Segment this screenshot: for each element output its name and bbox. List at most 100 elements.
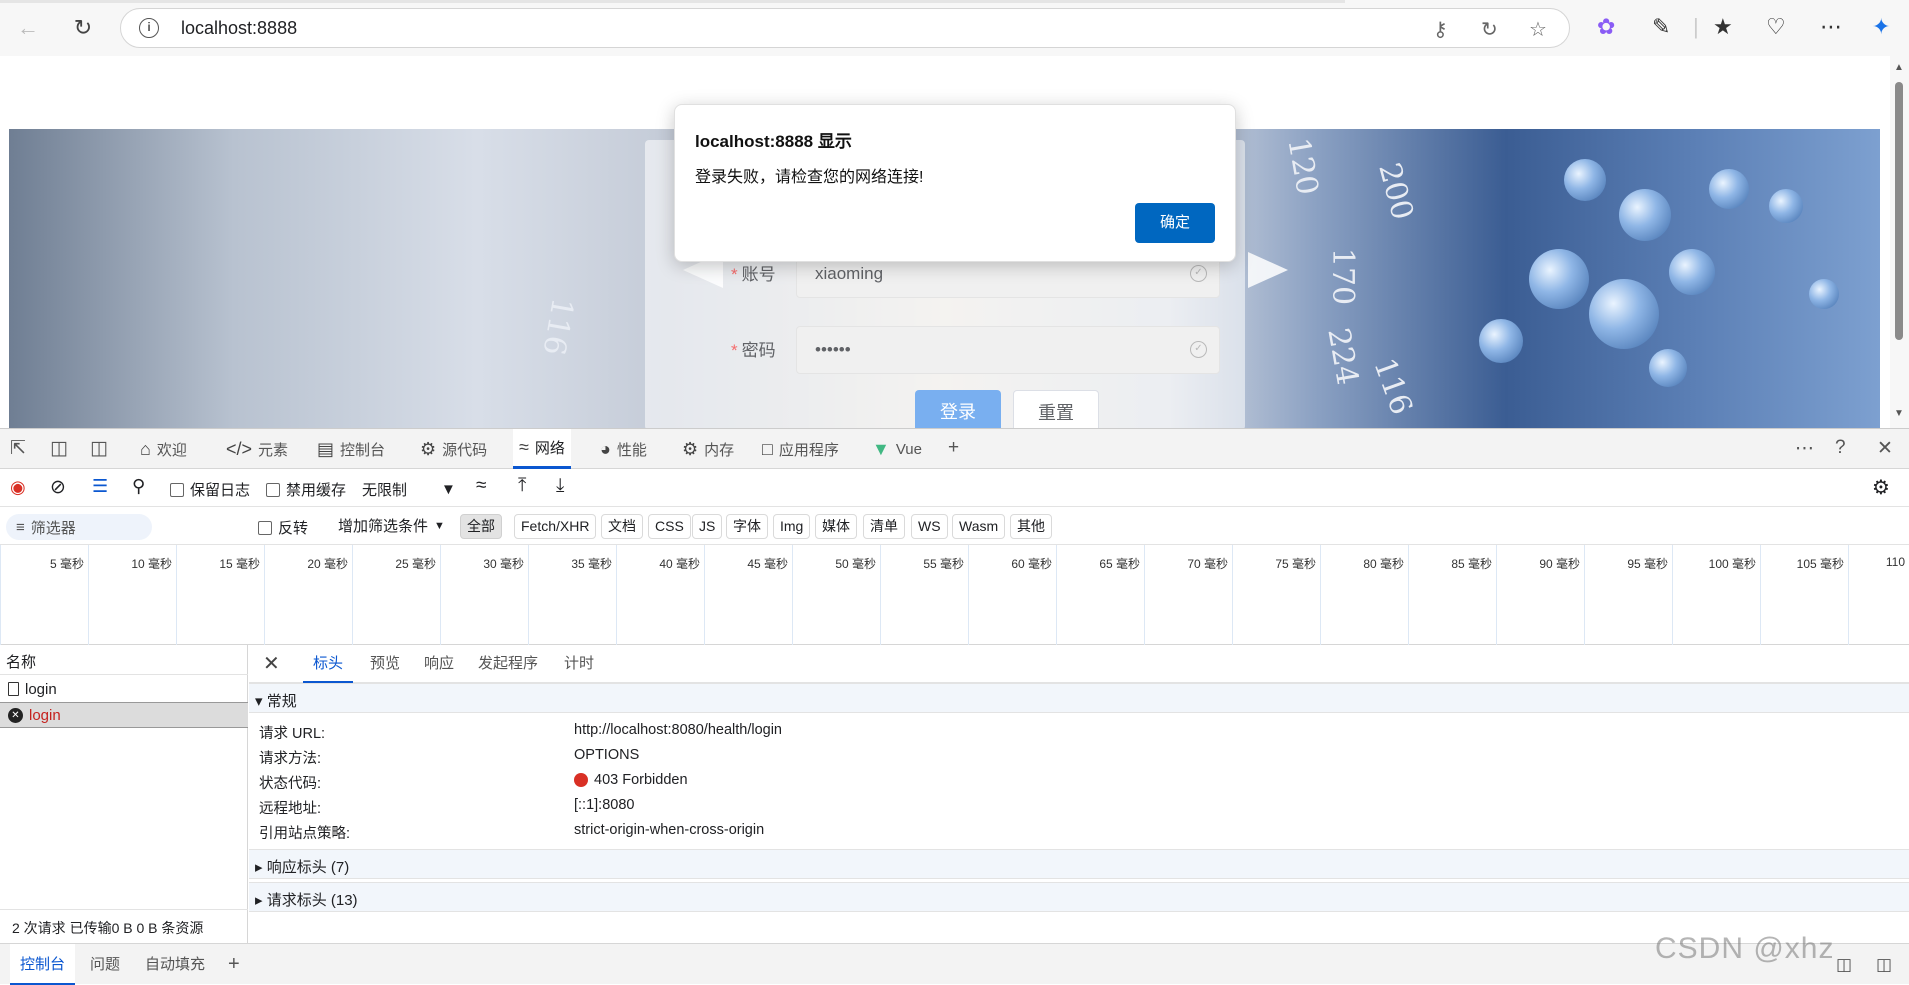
- export-har-icon[interactable]: ⤓: [556, 475, 564, 497]
- decor-number: 200: [1371, 159, 1420, 224]
- reload-icon[interactable]: ↻: [67, 12, 99, 44]
- key-icon[interactable]: ⚷: [1433, 17, 1448, 42]
- tab-timing[interactable]: 计时: [564, 645, 594, 683]
- molecule-sphere: [1479, 319, 1523, 363]
- tab-response[interactable]: 响应: [424, 645, 454, 683]
- search-icon[interactable]: ⚲: [132, 476, 145, 497]
- add-tab-icon[interactable]: +: [948, 437, 959, 459]
- filter-input[interactable]: ≡ 筛选器: [6, 514, 152, 540]
- type-filter-css[interactable]: CSS: [648, 514, 691, 539]
- more-menu-icon[interactable]: ⋯: [1820, 14, 1842, 40]
- reset-button[interactable]: 重置: [1013, 390, 1099, 428]
- browser-essentials-icon[interactable]: ♡: [1766, 14, 1786, 40]
- settings-gear-icon[interactable]: ⚙: [1872, 475, 1890, 500]
- read-aloud-icon[interactable]: ↻: [1481, 17, 1498, 42]
- account-label: * 账号: [731, 265, 776, 284]
- dock-drawer-icon[interactable]: ◫: [1836, 944, 1852, 985]
- tab-initiator[interactable]: 发起程序: [478, 645, 538, 683]
- extensions-icon[interactable]: ✎: [1652, 14, 1670, 40]
- drawer-tab-console[interactable]: 控制台: [10, 944, 76, 985]
- disable-cache-checkbox[interactable]: 禁用缓存: [266, 479, 346, 500]
- molecule-sphere: [1564, 159, 1606, 201]
- inspect-element-icon[interactable]: ⇱: [10, 437, 26, 460]
- type-filter-ws[interactable]: WS: [911, 514, 948, 539]
- tab-elements[interactable]: </> 元素: [226, 429, 288, 469]
- copilot-icon[interactable]: ✦: [1872, 14, 1890, 40]
- invert-checkbox[interactable]: 反转: [258, 517, 308, 538]
- request-row-error[interactable]: ✕ login: [0, 702, 248, 728]
- close-detail-icon[interactable]: ✕: [263, 645, 280, 683]
- drawer-tab-autofill[interactable]: 自动填充: [145, 944, 205, 985]
- type-filter-wasm[interactable]: Wasm: [952, 514, 1006, 539]
- type-filter-all[interactable]: 全部: [460, 514, 502, 539]
- name-column-header[interactable]: 名称: [0, 645, 248, 675]
- close-devtools-icon[interactable]: ✕: [1877, 437, 1893, 460]
- detail-tabs: ✕ 标头 预览 响应 发起程序 计时: [249, 645, 1909, 683]
- address-bar[interactable]: i localhost:8888 ⚷ ↻ ☆: [120, 8, 1570, 48]
- tab-network[interactable]: ≈ 网络: [513, 429, 571, 469]
- more-filters-dropdown[interactable]: 增加筛选条件 ▼: [338, 515, 445, 536]
- page-scrollbar[interactable]: ▲ ▼: [1890, 56, 1909, 428]
- expand-right-icon: ▸: [255, 859, 267, 876]
- scroll-up-icon[interactable]: ▲: [1894, 62, 1904, 73]
- decor-number: 120: [1280, 135, 1325, 198]
- tab-console[interactable]: ▤ 控制台: [317, 429, 385, 469]
- tab-performance[interactable]: ◕ 性能: [600, 429, 647, 469]
- timeline-tick: 20 毫秒: [264, 545, 352, 645]
- request-headers-section[interactable]: ▸ 请求标头 (13): [249, 882, 1909, 912]
- import-har-icon[interactable]: ⤒: [518, 475, 526, 497]
- copilot-brain-icon[interactable]: ✿: [1597, 14, 1615, 40]
- favorite-star-icon[interactable]: ☆: [1529, 17, 1547, 42]
- devtools-panel: ⇱ ◫ ◫ ⌂ 欢迎 </> 元素 ▤ 控制台 ⚙ 源代码 ≈ 网络 ◕ 性能 ⚙ 内存 □ 应…: [0, 428, 1909, 985]
- tab-welcome[interactable]: ⌂ 欢迎: [140, 429, 187, 469]
- type-filter-manifest[interactable]: 清单: [863, 514, 905, 539]
- tab-sources[interactable]: ⚙ 源代码: [420, 429, 487, 469]
- throttle-select[interactable]: 无限制 ▼: [362, 479, 456, 500]
- timeline-tick: 30 毫秒: [440, 545, 528, 645]
- help-icon[interactable]: ?: [1835, 437, 1846, 459]
- device-emulation-icon[interactable]: ◫: [50, 437, 68, 460]
- checkbox-box[interactable]: [258, 520, 272, 535]
- network-conditions-icon[interactable]: ≈: [476, 475, 486, 497]
- alert-ok-button[interactable]: 确定: [1135, 203, 1215, 243]
- checkbox-box[interactable]: [170, 482, 184, 497]
- drawer-tab-issues[interactable]: 问题: [90, 944, 120, 985]
- tab-memory[interactable]: ⚙ 内存: [682, 429, 734, 469]
- dock-side-icon[interactable]: ◫: [90, 437, 108, 460]
- password-input[interactable]: •••••• ✓: [796, 326, 1220, 374]
- scroll-down-icon[interactable]: ▼: [1894, 408, 1904, 419]
- molecule-sphere: [1649, 349, 1687, 387]
- carousel-next-arrow[interactable]: [1248, 252, 1288, 288]
- tab-headers[interactable]: 标头: [303, 645, 354, 683]
- request-row[interactable]: login: [0, 676, 248, 702]
- scrollbar-thumb[interactable]: [1895, 82, 1903, 340]
- tab-preview[interactable]: 预览: [370, 645, 400, 683]
- preserve-log-checkbox[interactable]: 保留日志: [170, 479, 250, 500]
- type-filter-media[interactable]: 媒体: [815, 514, 857, 539]
- record-stop-icon[interactable]: ◉: [10, 477, 26, 498]
- address-url[interactable]: localhost:8888: [181, 18, 297, 39]
- type-filter-doc[interactable]: 文档: [601, 514, 643, 539]
- site-info-icon[interactable]: i: [139, 18, 159, 38]
- drawer-add-icon[interactable]: +: [228, 944, 240, 985]
- type-filter-other[interactable]: 其他: [1010, 514, 1052, 539]
- network-timeline-overview[interactable]: 5 毫秒 10 毫秒 15 毫秒 20 毫秒 25 毫秒 30 毫秒 35 毫秒…: [0, 545, 1909, 645]
- clear-icon[interactable]: ⊘: [50, 476, 66, 499]
- type-filter-img[interactable]: Img: [773, 514, 811, 539]
- type-filter-font[interactable]: 字体: [726, 514, 768, 539]
- timeline-tick: 25 毫秒: [352, 545, 440, 645]
- close-drawer-icon[interactable]: ◫: [1876, 944, 1892, 985]
- filter-toggle-icon[interactable]: ☰: [92, 476, 108, 497]
- type-filter-js[interactable]: JS: [692, 514, 723, 539]
- general-section-header[interactable]: ▾ 常规: [249, 683, 1909, 713]
- tab-application[interactable]: □ 应用程序: [762, 429, 839, 469]
- type-filter-fetch-xhr[interactable]: Fetch/XHR: [514, 514, 597, 539]
- back-icon[interactable]: ←: [12, 12, 44, 44]
- devtools-more-icon[interactable]: ⋯: [1795, 437, 1814, 460]
- login-button[interactable]: 登录: [915, 390, 1001, 428]
- favorites-icon[interactable]: ★: [1713, 14, 1733, 40]
- tab-vue[interactable]: ▼ Vue: [872, 429, 922, 469]
- header-key: 请求方法:: [259, 751, 322, 767]
- checkbox-box[interactable]: [266, 482, 280, 497]
- response-headers-section[interactable]: ▸ 响应标头 (7): [249, 849, 1909, 879]
